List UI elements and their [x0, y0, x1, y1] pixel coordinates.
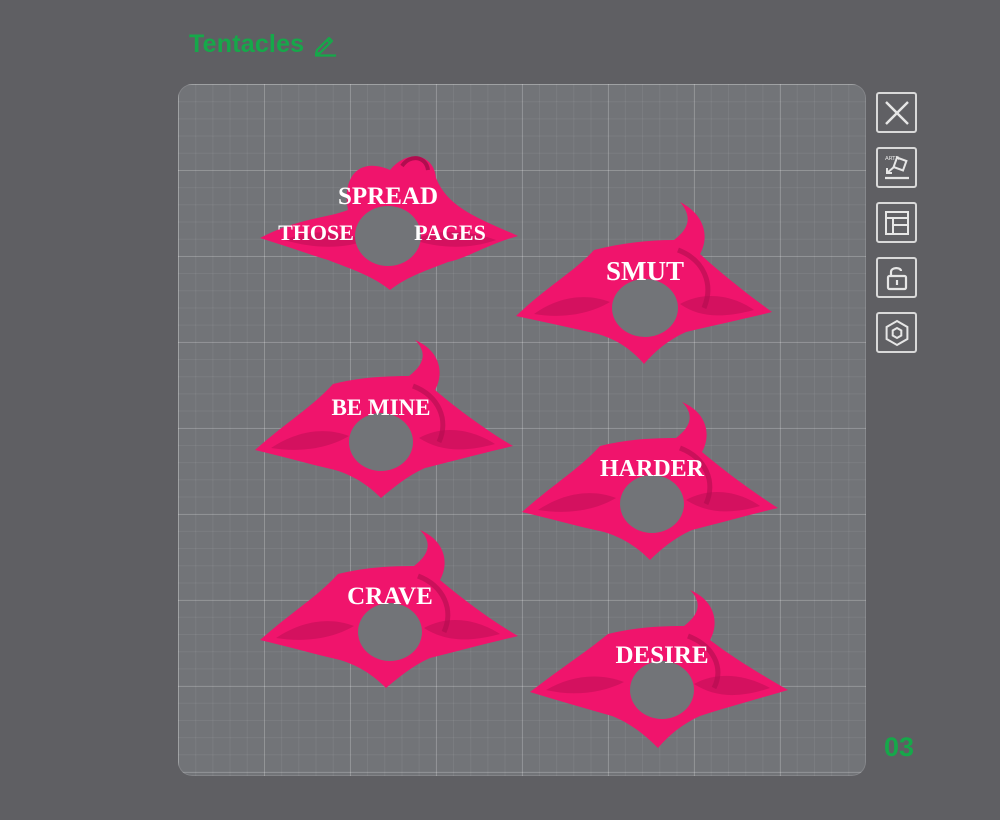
model-be-mine[interactable]: BE MINE [253, 338, 515, 500]
model-crave-text: CRAVE [347, 583, 433, 610]
model-spread-line-3: PAGES [414, 220, 486, 245]
model-spread-line-1: SPREAD [338, 183, 438, 210]
auto-arrange-icon: ARTR [884, 156, 909, 179]
model-smut-text: SMUT [606, 256, 684, 286]
pencil-icon[interactable] [312, 31, 338, 57]
close-icon [884, 100, 909, 125]
model-spread-line-2: THOSE [278, 220, 354, 245]
auto-arrange-button[interactable]: ARTR [876, 147, 917, 188]
close-plate-button[interactable] [876, 92, 917, 133]
model-spread[interactable]: SPREAD THOSE PAGES [258, 148, 520, 292]
model-desire[interactable]: DESIRE [528, 588, 790, 750]
layout-icon [884, 210, 909, 235]
layout-button[interactable] [876, 202, 917, 243]
plate-toolbar: ARTR [876, 92, 917, 353]
plate-settings-button[interactable] [876, 312, 917, 353]
lock-plate-button[interactable] [876, 257, 917, 298]
model-crave[interactable]: CRAVE [258, 528, 520, 690]
plate-number: 03 [883, 732, 914, 762]
project-title[interactable]: Tentacles [189, 28, 338, 60]
model-smut[interactable]: SMUT [514, 200, 774, 365]
model-be-mine-text: BE MINE [331, 395, 430, 420]
model-desire-text: DESIRE [615, 642, 708, 669]
project-title-text: Tentacles [189, 30, 305, 58]
lock-icon [886, 266, 907, 290]
nut-icon [885, 319, 908, 346]
model-harder-text: HARDER [600, 456, 705, 482]
model-harder[interactable]: HARDER [520, 400, 780, 562]
